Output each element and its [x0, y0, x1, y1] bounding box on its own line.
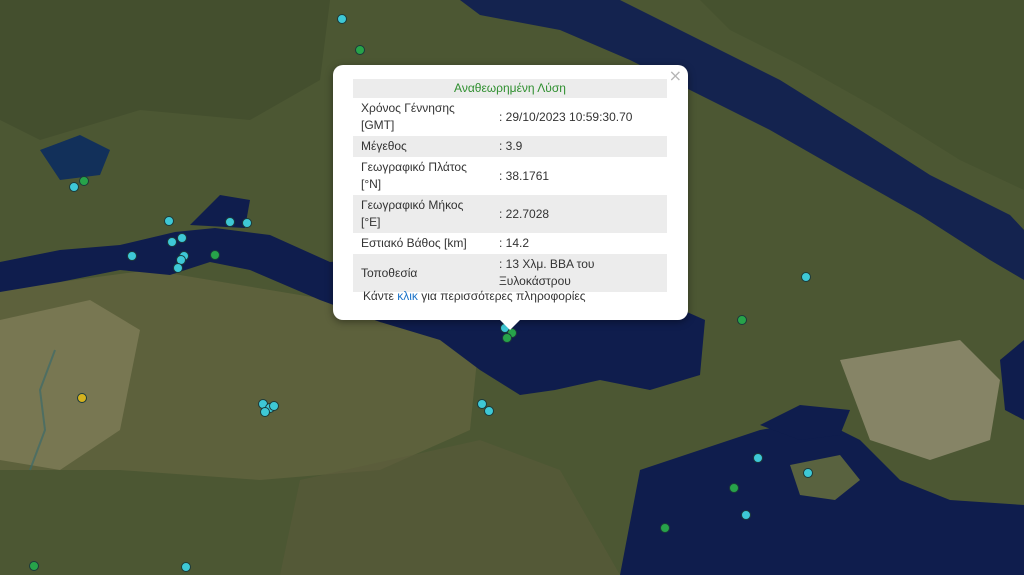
more-info-link[interactable]: κλικ — [397, 289, 418, 303]
row-label: Χρόνος Γέννησης [GMT] — [361, 101, 455, 132]
popup-title: Αναθεωρημένη Λύση — [353, 79, 667, 98]
earthquake-marker[interactable] — [484, 406, 494, 416]
more-info-line: Κάντε κλικ για περισσότερες πληροφορίες — [363, 289, 586, 303]
row-label: Μέγεθος — [353, 136, 491, 157]
earthquake-marker[interactable] — [260, 407, 270, 417]
earthquake-marker[interactable] — [660, 523, 670, 533]
table-row: Γεωγραφικό Πλάτος [°N] : 38.1761 — [353, 157, 667, 195]
earthquake-details-table: Χρόνος Γέννησης [GMT] : 29/10/2023 10:59… — [353, 98, 667, 292]
table-row: Εστιακό Βάθος [km] : 14.2 — [353, 233, 667, 254]
close-icon[interactable]: × — [669, 68, 682, 84]
earthquake-marker[interactable] — [173, 263, 183, 273]
earthquake-marker[interactable] — [502, 333, 512, 343]
earthquake-marker[interactable] — [177, 233, 187, 243]
earthquake-marker[interactable] — [167, 237, 177, 247]
earthquake-marker[interactable] — [729, 483, 739, 493]
row-value: : 3.9 — [491, 136, 667, 157]
table-row: Χρόνος Γέννησης [GMT] : 29/10/2023 10:59… — [353, 98, 667, 136]
earthquake-info-popup: × Αναθεωρημένη Λύση Χρόνος Γέννησης [GMT… — [333, 65, 688, 330]
table-row: Τοποθεσία : 13 Χλμ. ΒΒΑ του Ξυλοκάστρου — [353, 254, 667, 292]
earthquake-marker[interactable] — [210, 250, 220, 260]
row-value: : 14.2 — [499, 236, 530, 250]
earthquake-marker[interactable] — [803, 468, 813, 478]
row-value: : 38.1761 — [499, 168, 550, 183]
earthquake-marker[interactable] — [801, 272, 811, 282]
earthquake-marker[interactable] — [127, 251, 137, 261]
earthquake-marker[interactable] — [269, 401, 279, 411]
earthquake-marker[interactable] — [79, 176, 89, 186]
more-info-suffix: για περισσότερες πληροφορίες — [421, 289, 586, 303]
earthquake-marker[interactable] — [753, 453, 763, 463]
row-label: Γεωγραφικό Μήκος [°E] — [353, 195, 491, 233]
earthquake-marker[interactable] — [242, 218, 252, 228]
earthquake-marker[interactable] — [181, 562, 191, 572]
more-info-prefix: Κάντε — [363, 289, 394, 303]
earthquake-marker[interactable] — [77, 393, 87, 403]
earthquake-marker[interactable] — [741, 510, 751, 520]
earthquake-marker[interactable] — [225, 217, 235, 227]
row-value: : 29/10/2023 10:59:30.70 — [499, 109, 633, 124]
earthquake-marker[interactable] — [337, 14, 347, 24]
earthquake-marker[interactable] — [737, 315, 747, 325]
row-label: Εστιακό Βάθος [km] — [361, 236, 467, 250]
earthquake-marker[interactable] — [29, 561, 39, 571]
earthquake-marker[interactable] — [164, 216, 174, 226]
row-value: : 13 Χλμ. ΒΒΑ του Ξυλοκάστρου — [491, 254, 667, 292]
table-row: Γεωγραφικό Μήκος [°E] : 22.7028 — [353, 195, 667, 233]
earthquake-marker[interactable] — [69, 182, 79, 192]
earthquake-marker[interactable] — [355, 45, 365, 55]
row-label: Γεωγραφικό Πλάτος [°N] — [361, 160, 467, 191]
table-row: Μέγεθος : 3.9 — [353, 136, 667, 157]
row-value: : 22.7028 — [491, 195, 667, 233]
row-label: Τοποθεσία — [353, 254, 491, 292]
